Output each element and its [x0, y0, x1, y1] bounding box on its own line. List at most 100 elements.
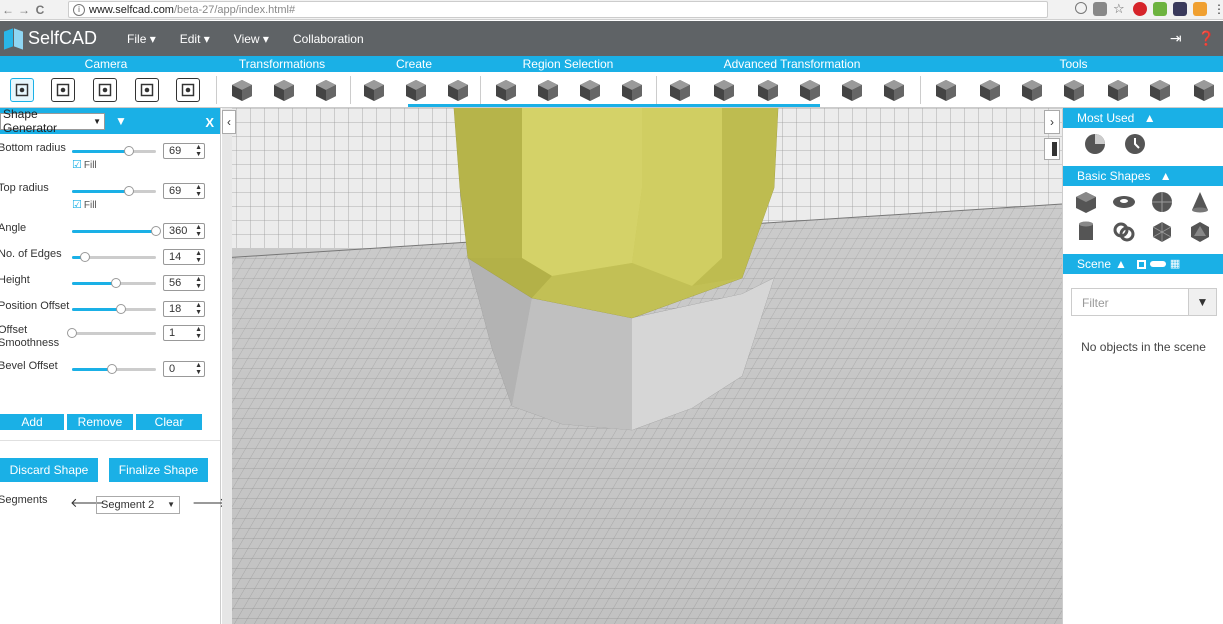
camera-3d-view-icon[interactable] — [10, 78, 34, 102]
clear-segments-button[interactable]: Clear — [136, 414, 202, 430]
param-slider[interactable] — [72, 226, 161, 236]
chrome-menu-icon[interactable]: ⋮ — [1213, 2, 1223, 16]
scene-header[interactable]: Scene ▲ ▦ — [1063, 254, 1223, 274]
fill-checkbox[interactable]: ☑ Fill — [72, 158, 97, 171]
selfcad-logo[interactable]: SelfCAD — [4, 27, 97, 50]
param-value-input[interactable]: 69 ▲ ▼ — [163, 143, 205, 159]
spinner-icon[interactable]: ▲ ▼ — [195, 224, 202, 238]
slider-handle[interactable] — [110, 278, 121, 288]
create-bridge-icon[interactable] — [446, 78, 470, 102]
menu-collaboration[interactable]: Collaboration — [281, 32, 376, 46]
param-slider[interactable] — [72, 278, 156, 288]
torus-shape-icon[interactable] — [1112, 190, 1136, 214]
remove-segment-button[interactable]: Remove — [67, 414, 133, 430]
param-slider[interactable] — [72, 146, 156, 156]
generator-dropdown[interactable]: Shape Generator ▼ — [0, 107, 105, 135]
cone-shape-icon[interactable] — [1188, 190, 1212, 214]
adv-stack-icon[interactable] — [668, 78, 692, 102]
region-edge-icon[interactable] — [536, 78, 560, 102]
translate-icon[interactable] — [1093, 2, 1107, 16]
adv-bevel-icon[interactable] — [756, 78, 780, 102]
geosphere-shape-icon[interactable] — [1150, 220, 1174, 244]
menu-view[interactable]: View ▾ — [222, 32, 281, 46]
spinner-icon[interactable]: ▲ ▼ — [195, 144, 202, 158]
extension-green-icon[interactable] — [1153, 2, 1167, 16]
spinner-icon[interactable]: ▲ ▼ — [195, 276, 202, 290]
adv-twist-icon[interactable] — [840, 78, 864, 102]
spinner-icon[interactable]: ▲ ▼ — [195, 362, 202, 376]
finalize-shape-button[interactable]: Finalize Shape — [109, 458, 208, 482]
pinterest-icon[interactable] — [1133, 2, 1147, 16]
tools-sphere-icon[interactable] — [1062, 78, 1086, 102]
cube-shape-icon[interactable] — [1074, 190, 1098, 214]
region-vertex-icon[interactable] — [578, 78, 602, 102]
zoom-icon[interactable] — [1075, 2, 1087, 14]
param-value-input[interactable]: 69 ▲ ▼ — [163, 183, 205, 199]
camera-settings-icon[interactable] — [176, 78, 200, 102]
param-slider[interactable] — [72, 252, 156, 262]
param-value-input[interactable]: 360 ▲ ▼ — [163, 223, 205, 239]
tools-pattern-icon[interactable] — [1106, 78, 1130, 102]
extension-orange-icon[interactable] — [1193, 2, 1207, 16]
slider-handle[interactable] — [67, 328, 77, 338]
param-value-input[interactable]: 0 ▲ ▼ — [163, 361, 205, 377]
transform-scale-icon[interactable] — [314, 78, 338, 102]
camera-zoom-icon[interactable] — [51, 78, 75, 102]
menu-file[interactable]: File ▾ — [115, 32, 168, 46]
spinner-icon[interactable]: ▲ ▼ — [195, 250, 202, 264]
camera-pan-icon[interactable] — [93, 78, 117, 102]
view-toggle-button[interactable] — [1044, 138, 1060, 160]
slider-handle[interactable] — [151, 226, 161, 236]
back-icon[interactable]: ← — [0, 3, 16, 17]
cylinder-shape-icon[interactable] — [1074, 220, 1098, 244]
tools-stitch-icon[interactable] — [1148, 78, 1172, 102]
tools-cube-icon[interactable] — [934, 78, 958, 102]
spinner-icon[interactable]: ▲ ▼ — [195, 326, 202, 340]
transform-select-icon[interactable] — [230, 78, 254, 102]
collapse-right-panel-button[interactable]: › — [1044, 110, 1060, 134]
icosahedron-shape-icon[interactable] — [1188, 220, 1212, 244]
param-slider[interactable] — [67, 328, 156, 338]
info-icon[interactable]: i — [73, 3, 85, 16]
sphere-shape-icon[interactable] — [1150, 190, 1174, 214]
camera-rotate-icon[interactable] — [135, 78, 159, 102]
discard-shape-button[interactable]: Discard Shape — [0, 458, 98, 482]
logout-icon[interactable]: ⇥ — [1170, 30, 1182, 47]
most-used-header[interactable]: Most Used ▲ — [1063, 108, 1223, 128]
knot-shape-icon[interactable] — [1112, 220, 1136, 244]
slider-handle[interactable] — [124, 186, 135, 196]
help-icon[interactable]: ❓ — [1198, 30, 1215, 47]
slider-handle[interactable] — [115, 304, 126, 314]
single-view-icon[interactable] — [1136, 259, 1146, 269]
collapse-left-panel-button[interactable]: ‹ — [222, 110, 236, 134]
param-value-input[interactable]: 14 ▲ ▼ — [163, 249, 205, 265]
spinner-icon[interactable]: ▲ ▼ — [195, 302, 202, 316]
tools-shell-icon[interactable] — [978, 78, 1002, 102]
rotate-tool-icon[interactable] — [1123, 132, 1147, 156]
adv-grid-icon[interactable] — [712, 78, 736, 102]
collapse-triangle-icon[interactable]: ▼ — [115, 114, 127, 128]
param-value-input[interactable]: 18 ▲ ▼ — [163, 301, 205, 317]
pie-shape-icon[interactable] — [1083, 132, 1107, 156]
param-slider[interactable] — [72, 186, 156, 196]
extension-camera-icon[interactable] — [1173, 2, 1187, 16]
transform-cube-icon[interactable] — [272, 78, 296, 102]
adv-cone-icon[interactable] — [798, 78, 822, 102]
slider-handle[interactable] — [79, 252, 90, 262]
tools-magic-icon[interactable] — [1192, 78, 1216, 102]
param-value-input[interactable]: 1 ▲ ▼ — [163, 325, 205, 341]
segment-dropdown[interactable]: Segment 2 ▼ — [96, 496, 180, 514]
reload-icon[interactable]: C — [32, 3, 48, 17]
slider-handle[interactable] — [107, 364, 118, 374]
menu-edit[interactable]: Edit ▾ — [168, 32, 222, 46]
3d-viewport[interactable] — [222, 108, 1062, 624]
spinner-icon[interactable]: ▲ ▼ — [195, 184, 202, 198]
grid-view-icon[interactable]: ▦ — [1170, 254, 1180, 274]
create-extrude-icon[interactable] — [404, 78, 428, 102]
region-loop-icon[interactable] — [620, 78, 644, 102]
create-cube-icon[interactable] — [362, 78, 386, 102]
filter-icon[interactable]: ▼ — [1188, 289, 1216, 315]
basic-shapes-header[interactable]: Basic Shapes ▲ — [1063, 166, 1223, 186]
slider-handle[interactable] — [124, 146, 135, 156]
add-segment-button[interactable]: Add — [0, 414, 64, 430]
